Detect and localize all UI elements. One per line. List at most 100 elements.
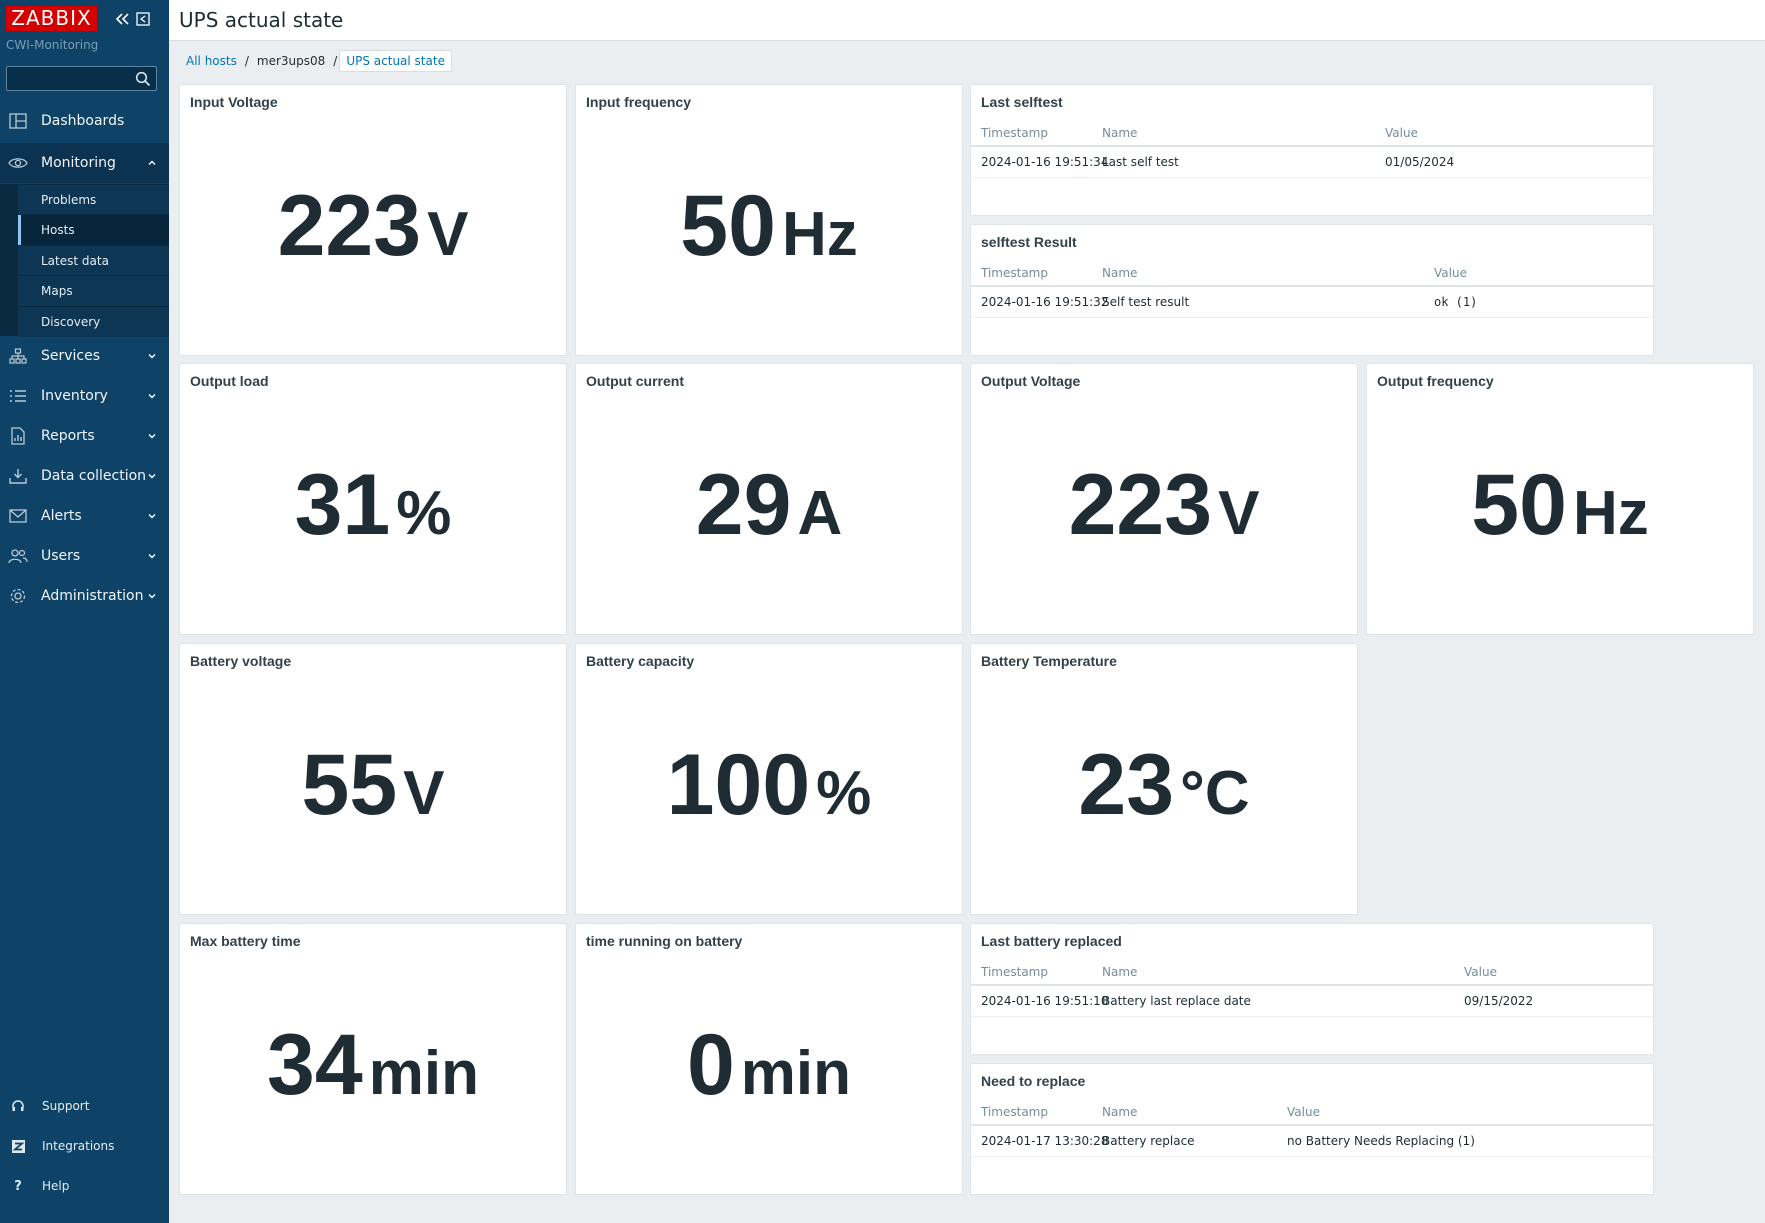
submenu-label: Hosts xyxy=(41,223,75,237)
widget-title: time running on battery xyxy=(586,933,743,949)
table-row: 2024-01-16 19:51:34 Last self test 01/05… xyxy=(971,147,1653,178)
organization-name: CWI-Monitoring xyxy=(6,38,99,52)
page-header: UPS actual state xyxy=(169,0,1765,41)
submenu-item-problems[interactable]: Problems xyxy=(18,184,169,215)
nav-label: Dashboards xyxy=(41,113,125,129)
nav-users[interactable]: Users xyxy=(0,536,169,576)
value-unit: min xyxy=(740,1039,852,1108)
chevron-down-icon xyxy=(148,474,156,479)
chevron-down-icon xyxy=(148,514,156,519)
column-header-timestamp[interactable]: Timestamp xyxy=(981,959,1048,986)
chevron-down-icon xyxy=(148,434,156,439)
widget-value: 223 V xyxy=(180,183,566,269)
column-header-name[interactable]: Name xyxy=(1102,1099,1137,1126)
column-header-value[interactable]: Value xyxy=(1464,959,1497,986)
nav-data-collection[interactable]: Data collection xyxy=(0,456,169,496)
value-unit: °C xyxy=(1180,759,1250,828)
gear-icon xyxy=(8,586,28,606)
widget-last-battery-replaced: Last battery replaced Timestamp Name Val… xyxy=(970,923,1654,1055)
sidebar: ZABBIX CWI-Monitoring Dashboards Monitor… xyxy=(0,0,169,1223)
breadcrumb-separator: / xyxy=(333,54,338,68)
collapse-sidebar-icon[interactable] xyxy=(113,10,131,28)
value-unit: V xyxy=(403,759,445,828)
chevron-down-icon xyxy=(148,394,156,399)
value-number: 29 xyxy=(695,457,792,553)
cell-name: Self test result xyxy=(1102,295,1190,309)
submenu-label: Discovery xyxy=(41,315,101,329)
nav-support[interactable]: Support xyxy=(0,1089,169,1123)
column-header-timestamp[interactable]: Timestamp xyxy=(981,120,1048,147)
table-header: Timestamp Name Value xyxy=(971,1099,1653,1126)
table-row: 2024-01-17 13:30:28 Battery replace no B… xyxy=(971,1126,1653,1157)
column-header-value[interactable]: Value xyxy=(1434,260,1467,287)
submenu-item-maps[interactable]: Maps xyxy=(18,275,169,306)
nav-inventory[interactable]: Inventory xyxy=(0,376,169,416)
logo-row: ZABBIX xyxy=(6,6,164,32)
column-header-value[interactable]: Value xyxy=(1287,1099,1320,1126)
reports-icon xyxy=(8,426,28,446)
search-icon[interactable] xyxy=(135,71,151,87)
widget-input-frequency: Input frequency 50 Hz xyxy=(575,84,963,356)
nav-services[interactable]: Services xyxy=(0,336,169,376)
value-unit: % xyxy=(396,479,452,548)
envelope-icon xyxy=(8,506,28,526)
cell-timestamp: 2024-01-17 13:30:28 xyxy=(981,1134,1109,1148)
nav-reports[interactable]: Reports xyxy=(0,416,169,456)
column-header-value[interactable]: Value xyxy=(1385,120,1418,147)
cell-name: Last self test xyxy=(1102,155,1179,169)
submenu-item-latest-data[interactable]: Latest data xyxy=(18,245,169,276)
table-row: 2024-01-16 19:51:10 Battery last replace… xyxy=(971,986,1653,1017)
widget-title: Max battery time xyxy=(190,933,301,949)
widget-value: 223 V xyxy=(971,462,1357,548)
nav-monitoring[interactable]: Monitoring xyxy=(0,143,169,183)
nav-dashboards[interactable]: Dashboards xyxy=(0,101,169,141)
eye-icon xyxy=(8,153,28,173)
search-input[interactable] xyxy=(7,67,133,90)
nav-administration[interactable]: Administration xyxy=(0,576,169,616)
hide-sidebar-icon[interactable] xyxy=(134,10,152,28)
nav-label: Services xyxy=(41,348,101,364)
nav-alerts[interactable]: Alerts xyxy=(0,496,169,536)
widget-need-to-replace: Need to replace Timestamp Name Value 202… xyxy=(970,1063,1654,1195)
monitoring-submenu: Problems Hosts Latest data Maps Discover… xyxy=(0,184,169,337)
widget-title: Input Voltage xyxy=(190,94,278,110)
value-number: 100 xyxy=(666,737,811,833)
value-unit: Hz xyxy=(781,200,858,269)
value-unit: % xyxy=(816,759,872,828)
column-header-timestamp[interactable]: Timestamp xyxy=(981,1099,1048,1126)
nav-help[interactable]: ? Help xyxy=(0,1169,169,1203)
integrations-z-icon xyxy=(10,1138,26,1154)
table-header: Timestamp Name Value xyxy=(971,959,1653,986)
dashboards-icon xyxy=(8,111,28,131)
breadcrumb-current-dashboard[interactable]: UPS actual state xyxy=(339,50,452,72)
widget-value: 50 Hz xyxy=(576,183,962,269)
item-history-table: Timestamp Name Value 2024-01-16 19:51:32… xyxy=(971,260,1653,318)
submenu-item-hosts[interactable]: Hosts xyxy=(18,214,169,245)
value-unit: V xyxy=(1218,479,1260,548)
nav-label: Alerts xyxy=(41,508,82,524)
nav-label: Help xyxy=(42,1179,70,1193)
widget-title: Need to replace xyxy=(981,1073,1086,1089)
widget-input-voltage: Input Voltage 223 V xyxy=(179,84,567,356)
cell-value: no Battery Needs Replacing (1) xyxy=(1287,1134,1475,1148)
widget-title: Battery capacity xyxy=(586,653,695,669)
column-header-name[interactable]: Name xyxy=(1102,260,1137,287)
cell-timestamp: 2024-01-16 19:51:32 xyxy=(981,295,1109,309)
widget-title: selftest Result xyxy=(981,234,1077,250)
widget-value: 55 V xyxy=(180,742,566,828)
widget-selftest-result: selftest Result Timestamp Name Value 202… xyxy=(970,224,1654,356)
breadcrumb-all-hosts[interactable]: All hosts xyxy=(180,51,243,71)
column-header-timestamp[interactable]: Timestamp xyxy=(981,260,1048,287)
breadcrumb: All hosts / mer3ups08 / UPS actual state xyxy=(180,50,452,72)
widget-title: Output load xyxy=(190,373,269,389)
submenu-item-discovery[interactable]: Discovery xyxy=(18,306,169,337)
widget-max-battery-time: Max battery time 34 min xyxy=(179,923,567,1195)
zabbix-logo[interactable]: ZABBIX xyxy=(6,6,97,31)
page-title: UPS actual state xyxy=(179,8,344,32)
nav-label: Monitoring xyxy=(41,155,116,171)
nav-integrations[interactable]: Integrations xyxy=(0,1129,169,1163)
column-header-name[interactable]: Name xyxy=(1102,120,1137,147)
column-header-name[interactable]: Name xyxy=(1102,959,1137,986)
chevron-down-icon xyxy=(148,354,156,359)
widget-title: Battery voltage xyxy=(190,653,292,669)
